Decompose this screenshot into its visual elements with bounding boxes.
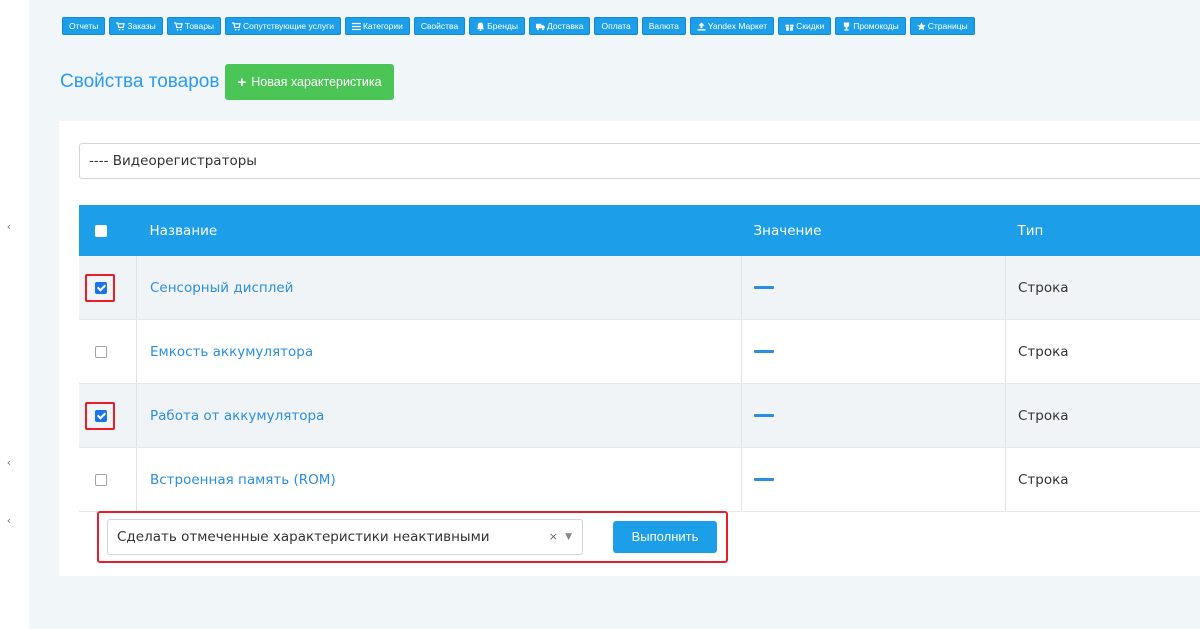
chevron-down-icon[interactable]: ▼ [565,520,572,554]
nav-delivery-button[interactable]: Доставка [528,17,591,35]
nav-orders-button[interactable]: Заказы [109,17,163,35]
nav-currency-button[interactable]: Валюта [641,17,686,35]
table-header-row: Название Значение Тип [79,205,1200,256]
nav-discounts-button[interactable]: Скидки [778,17,832,35]
column-header-type: Тип [1005,205,1200,256]
top-nav: Отчеты Заказы Товары Сопутствующие услуг… [62,17,975,35]
column-header-value: Значение [741,205,1006,256]
property-type: Строка [1018,279,1069,296]
nav-pages-button[interactable]: Страницы [909,17,975,35]
property-type: Строка [1018,343,1069,360]
nav-categories-button[interactable]: Категории [344,17,410,35]
plus-icon: + [237,73,247,91]
row-checkbox[interactable] [95,345,107,358]
nav-properties-button[interactable]: Свойства [413,17,466,35]
new-property-button[interactable]: + Новая характеристика [225,64,394,100]
nav-services-button[interactable]: Сопутствующие услуги [225,17,341,35]
chevron-left-icon[interactable]: ‹ [3,515,15,527]
run-button[interactable]: Выполнить [613,521,717,553]
highlight-box [85,273,115,302]
cart-icon [116,21,126,30]
select-all-checkbox[interactable] [95,224,107,237]
property-name-link[interactable]: Емкость аккумулятора [150,344,313,360]
table-row: Сенсорный дисплей Строка [79,256,1200,320]
left-rail: ‹ ‹ ‹ [0,0,29,629]
truck-icon [535,23,545,30]
clear-icon[interactable]: × [549,520,558,554]
nav-yandex-market-button[interactable]: Yandex Маркет [689,17,775,35]
table-row: Работа от аккумулятора Строка [79,383,1200,448]
nav-promocodes-button[interactable]: Промокоды [835,17,906,35]
trophy-icon [844,21,850,31]
chevron-left-icon[interactable]: ‹ [3,221,15,233]
property-name-link[interactable]: Встроенная память (ROM) [150,472,336,488]
list-icon [351,22,361,30]
property-name-link[interactable]: Работа от аккумулятора [150,408,324,424]
empty-value-dash [754,414,774,417]
properties-table: Название Значение Тип Сенсорный дисплей … [79,205,1200,512]
chevron-left-icon[interactable]: ‹ [3,457,15,469]
empty-value-dash [754,286,774,289]
star-icon [917,21,926,30]
cart-icon [173,21,183,30]
property-name-link[interactable]: Сенсорный дисплей [150,280,293,296]
page-title: Свойства товаров [60,71,220,92]
highlight-box [85,401,115,430]
nav-products-button[interactable]: Товары [166,17,222,35]
empty-value-dash [754,350,774,353]
bulk-action-select[interactable]: Сделать отмеченные характеристики неакти… [107,519,583,555]
column-header-name: Название [136,205,742,256]
table-row: Емкость аккумулятора Строка [79,319,1200,384]
property-type: Строка [1018,407,1069,424]
gift-icon [785,24,794,31]
title-row: Свойства товаров + Новая характеристика [60,64,394,100]
nav-payment-button[interactable]: Оплата [594,17,638,35]
select-all-cell [79,205,137,256]
properties-card: ---- Видеорегистраторы Название Значение… [59,121,1200,576]
nav-reports-button[interactable]: Отчеты [62,17,106,35]
category-select[interactable]: ---- Видеорегистраторы [79,143,1200,179]
nav-brands-button[interactable]: Бренды [469,17,525,35]
property-type: Строка [1018,471,1069,488]
table-row: Встроенная память (ROM) Строка [79,447,1200,512]
cart-icon [232,21,241,30]
empty-value-dash [754,478,774,481]
row-checkbox[interactable] [95,473,107,486]
main-content: Отчеты Заказы Товары Сопутствующие услуг… [29,0,1200,629]
upload-icon [697,21,706,31]
bell-icon [477,21,485,31]
